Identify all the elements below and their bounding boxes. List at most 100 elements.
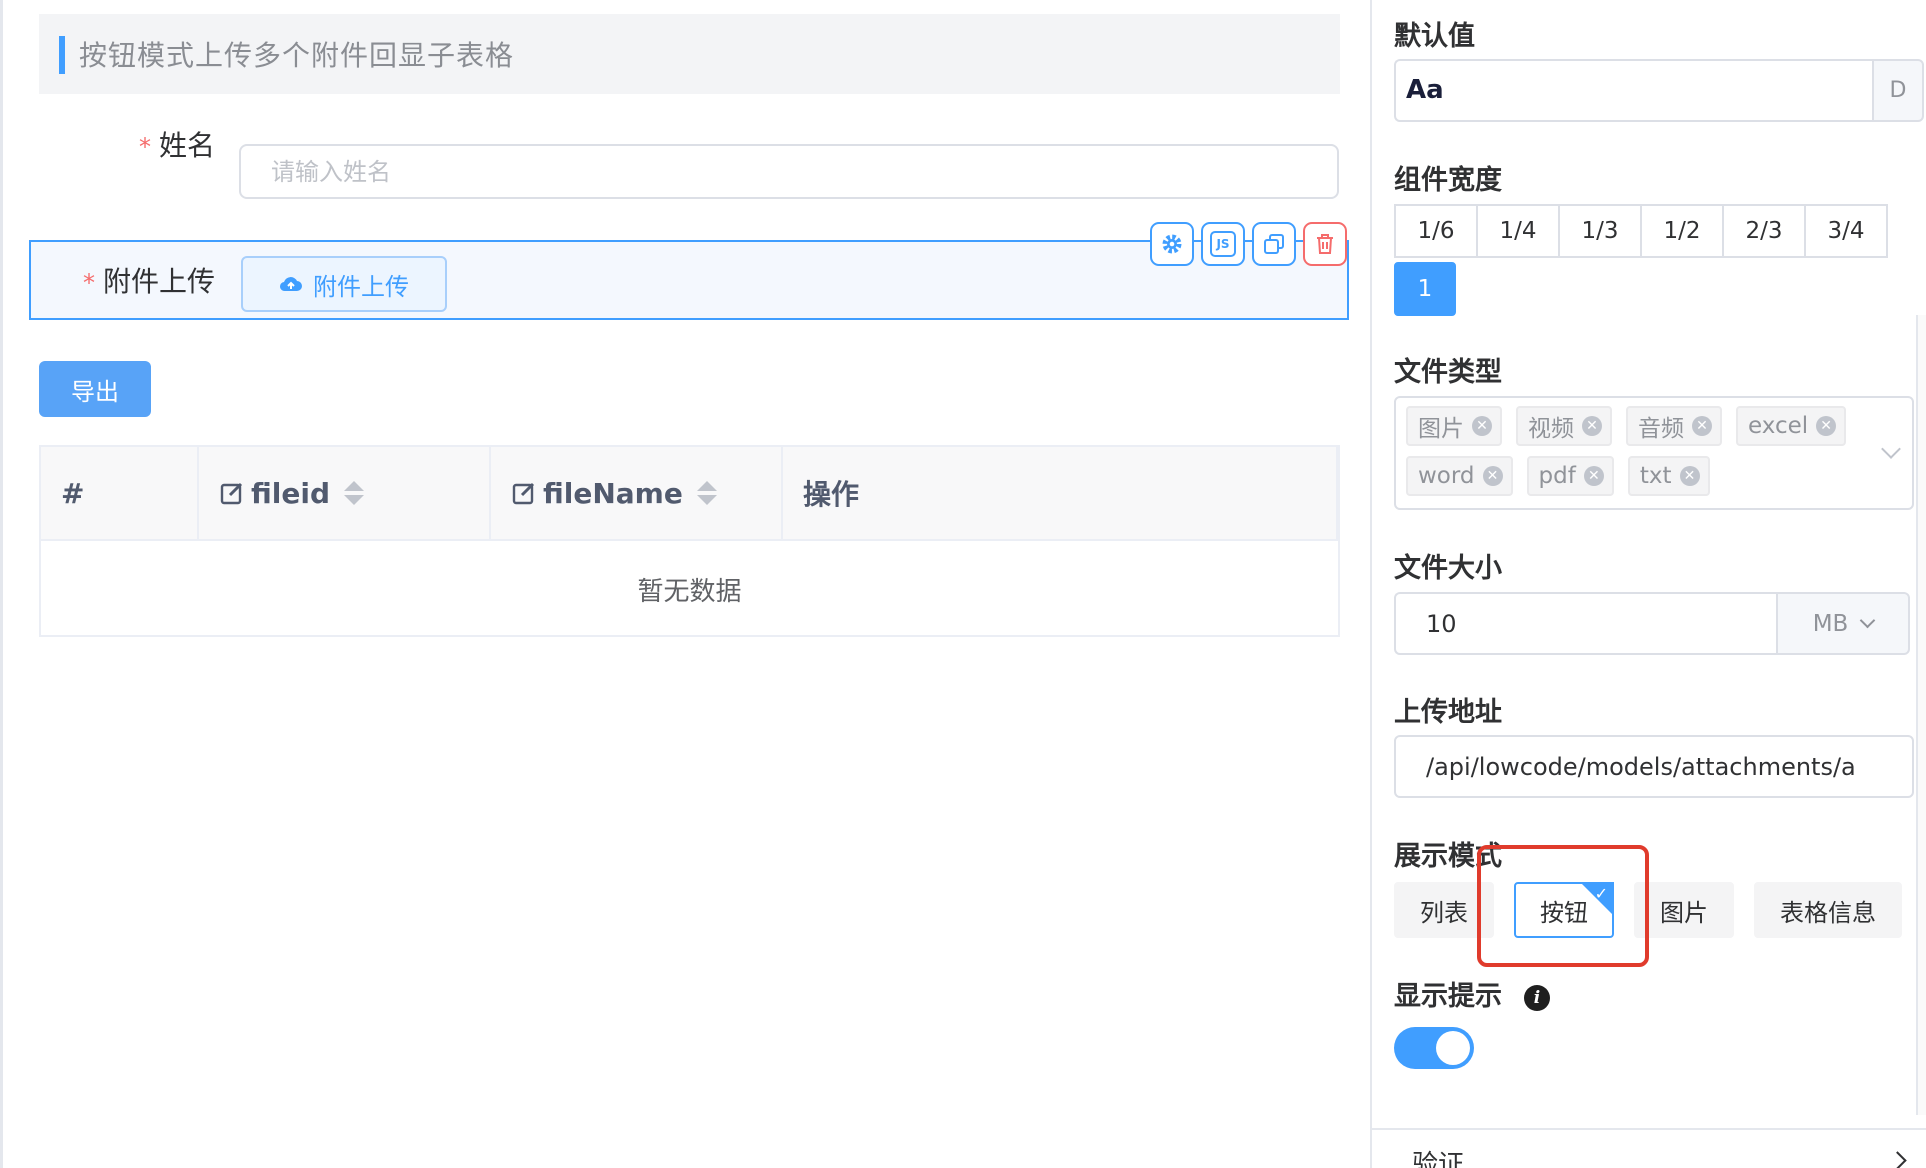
width-option[interactable]: 3/4 [1804, 204, 1888, 258]
mode-label: 列表 [1420, 898, 1468, 927]
column-header-index: # [41, 447, 199, 539]
tag-close-icon[interactable]: ✕ [1692, 416, 1712, 436]
file-size-unit-label: MB [1812, 610, 1849, 637]
js-icon-label: JS [1216, 237, 1230, 251]
trash-icon [1317, 234, 1333, 254]
file-size-unit-select[interactable]: MB [1776, 592, 1910, 655]
tag-close-icon[interactable]: ✕ [1472, 416, 1492, 436]
section-title-text: 按钮模式上传多个附件回显子表格 [79, 39, 515, 72]
sort-icon[interactable] [343, 481, 364, 505]
default-value-input[interactable]: Aa [1394, 59, 1874, 122]
file-type-tag: 视频 ✕ [1516, 406, 1612, 446]
sort-icon[interactable] [696, 481, 717, 505]
upload-url-label: 上传地址 [1394, 697, 1502, 728]
show-tip-label-text: 显示提示 [1394, 981, 1502, 1012]
upload-label: * 附件上传 [83, 260, 215, 300]
mode-label: 表格信息 [1780, 898, 1876, 927]
show-tip-toggle[interactable] [1394, 1027, 1474, 1069]
cloud-upload-icon [279, 277, 302, 292]
tag-label: 音频 [1638, 416, 1684, 442]
upload-field-row[interactable]: * 附件上传 附件上传 JS [29, 222, 1349, 320]
required-mark: * [139, 133, 151, 161]
show-tip-label: 显示提示 i [1394, 974, 1550, 1013]
column-header-filename[interactable]: fileName [491, 447, 783, 539]
validate-section-label: 验证 [1412, 1150, 1465, 1168]
file-type-select[interactable]: 图片 ✕ 视频 ✕ 音频 ✕ excel ✕ word ✕ pdf ✕ txt ✕ [1394, 396, 1914, 510]
required-mark: * [83, 269, 95, 297]
copy-icon [1264, 234, 1284, 254]
tag-close-icon[interactable]: ✕ [1583, 466, 1604, 486]
file-type-tag: pdf ✕ [1526, 456, 1614, 496]
tag-label: pdf [1538, 463, 1576, 489]
file-size-input[interactable]: 10 [1394, 592, 1778, 655]
file-type-tag: 图片 ✕ [1406, 406, 1502, 446]
tag-label: word [1418, 463, 1475, 489]
edit-icon [220, 482, 243, 505]
info-icon[interactable]: i [1524, 984, 1550, 1011]
js-icon: JS [1210, 231, 1236, 257]
width-option[interactable]: 1/2 [1640, 204, 1724, 258]
column-header-fileid[interactable]: fileid [199, 447, 491, 539]
chevron-right-icon [1888, 1151, 1907, 1168]
export-button[interactable]: 导出 [39, 361, 151, 417]
component-width-label: 组件宽度 [1394, 165, 1502, 196]
tag-label: txt [1639, 463, 1672, 489]
width-option[interactable]: 1/3 [1558, 204, 1642, 258]
column-header-label: fileid [251, 476, 330, 510]
panel-scrollbar[interactable] [1916, 315, 1926, 1115]
upload-label-text: 附件上传 [103, 265, 216, 298]
design-canvas: 按钮模式上传多个附件回显子表格 * 姓名 * 附件上传 附件上传 [0, 0, 1370, 1168]
column-header-actions: 操作 [783, 447, 1338, 539]
chevron-down-icon[interactable] [1881, 439, 1901, 459]
default-value-label: 默认值 [1394, 21, 1475, 52]
file-size-label: 文件大小 [1394, 553, 1502, 584]
tag-close-icon[interactable]: ✕ [1679, 466, 1700, 486]
width-option-selected[interactable]: 1 [1394, 262, 1456, 316]
upload-url-input[interactable]: /api/lowcode/models/attachments/a [1394, 735, 1914, 798]
column-header-label: # [61, 476, 85, 510]
settings-button[interactable] [1150, 222, 1194, 266]
js-button[interactable]: JS [1201, 222, 1245, 266]
default-value-suffix[interactable]: D [1872, 59, 1924, 122]
width-option[interactable]: 2/3 [1722, 204, 1806, 258]
attachments-table: # fileid fileName 操作 暂无数据 [39, 445, 1340, 637]
width-option[interactable]: 1/6 [1394, 204, 1478, 258]
column-header-label: fileName [543, 476, 683, 510]
file-type-tag: 音频 ✕ [1626, 406, 1722, 446]
property-panel: 默认值 Aa D 组件宽度 1/6 1/4 1/3 1/2 2/3 3/4 1 … [1370, 0, 1926, 1168]
name-input[interactable] [239, 144, 1339, 199]
mode-label: 图片 [1660, 898, 1708, 927]
tag-label: excel [1748, 413, 1809, 439]
delete-button[interactable] [1303, 222, 1347, 266]
file-type-tag: word ✕ [1406, 456, 1513, 496]
edit-icon [512, 482, 535, 505]
tag-close-icon[interactable]: ✕ [1816, 416, 1837, 436]
table-header: # fileid fileName 操作 [41, 447, 1338, 541]
name-label: * 姓名 [139, 124, 215, 164]
display-mode-option-image[interactable]: 图片 [1634, 882, 1734, 938]
tag-label: 视频 [1528, 416, 1574, 442]
title-accent-bar [59, 36, 65, 74]
file-type-tag: txt ✕ [1627, 456, 1710, 496]
table-empty-text: 暂无数据 [637, 576, 742, 607]
tag-close-icon[interactable]: ✕ [1482, 466, 1503, 486]
column-header-label: 操作 [803, 478, 860, 511]
annotation-highlight-box [1477, 845, 1649, 967]
tag-label: 图片 [1418, 416, 1464, 442]
file-type-label: 文件类型 [1394, 357, 1502, 388]
copy-button[interactable] [1252, 222, 1296, 266]
component-toolbar: JS [1150, 222, 1347, 266]
display-mode-option-table[interactable]: 表格信息 [1754, 882, 1902, 938]
attachment-upload-button[interactable]: 附件上传 [241, 256, 447, 312]
file-type-tag: excel ✕ [1736, 406, 1847, 446]
gear-icon [1162, 234, 1182, 254]
upload-button-label: 附件上传 [313, 272, 409, 301]
validate-section-header[interactable]: 验证 [1372, 1128, 1926, 1168]
width-option[interactable]: 1/4 [1476, 204, 1560, 258]
tag-close-icon[interactable]: ✕ [1582, 416, 1602, 436]
component-width-selector: 1/6 1/4 1/3 1/2 2/3 3/4 1 [1394, 204, 1898, 316]
chevron-down-icon [1860, 612, 1876, 629]
name-label-text: 姓名 [159, 129, 216, 162]
toggle-knob [1436, 1031, 1470, 1065]
section-title: 按钮模式上传多个附件回显子表格 [39, 14, 1340, 94]
